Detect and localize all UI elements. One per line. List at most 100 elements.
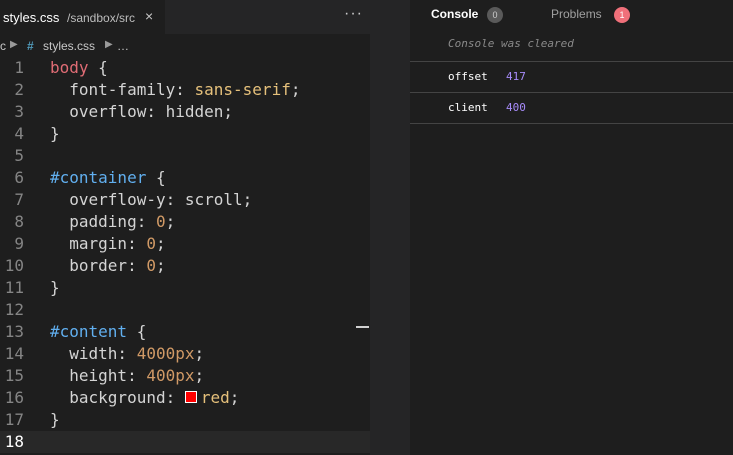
line-number: 3 xyxy=(14,102,24,121)
code-token: overflow-y: xyxy=(50,190,185,209)
chevron-right-icon: ▶ xyxy=(10,39,18,50)
line-number: 16 xyxy=(4,388,24,407)
code-line[interactable]: 9 margin: 0; xyxy=(0,233,370,255)
code-line[interactable]: 10 border: 0; xyxy=(0,255,370,277)
code-token: { xyxy=(88,58,108,77)
line-number: 2 xyxy=(14,80,24,99)
code-editor[interactable]: styles.css /sandbox/src × ··· c ▶ # styl… xyxy=(0,0,370,455)
code-token: overflow: xyxy=(50,102,166,121)
code-token: ; xyxy=(223,102,234,121)
line-text: margin: 0; xyxy=(50,233,166,255)
line-number: 17 xyxy=(4,410,24,429)
console-panel: Console 0 Problems 1 Console was cleared… xyxy=(410,0,733,455)
scrollbar-marker xyxy=(356,326,369,328)
close-icon[interactable]: × xyxy=(145,8,153,24)
code-line[interactable]: 4} xyxy=(0,123,370,145)
code-line[interactable]: 18 xyxy=(0,431,370,453)
line-text: #container { xyxy=(50,167,166,189)
code-token: 400px xyxy=(146,366,195,385)
breadcrumb-more[interactable]: … xyxy=(117,39,129,53)
code-line[interactable]: 16 background: red; xyxy=(0,387,370,409)
code-token: { xyxy=(127,322,147,341)
code-token: height: xyxy=(50,366,147,385)
code-line[interactable]: 2 font-family: sans-serif; xyxy=(0,79,370,101)
console-log-row: offset 417 xyxy=(410,61,733,92)
line-text: background: red; xyxy=(50,387,239,409)
code-line[interactable]: 8 padding: 0; xyxy=(0,211,370,233)
css-file-icon: # xyxy=(27,39,34,53)
code-token: 0 xyxy=(146,256,156,275)
line-number: 14 xyxy=(4,344,24,363)
console-log-row: client 400 xyxy=(410,92,733,124)
line-text: } xyxy=(50,123,60,145)
code-token: } xyxy=(50,278,60,297)
code-line[interactable]: 5 xyxy=(0,145,370,167)
line-number: 18 xyxy=(4,432,24,451)
code-token: 0 xyxy=(155,212,166,231)
code-token: #content xyxy=(50,322,128,341)
line-number: 1 xyxy=(14,58,24,77)
code-token: #container xyxy=(50,168,147,187)
line-text: border: 0; xyxy=(50,255,166,277)
pane-divider[interactable] xyxy=(370,0,410,455)
tab-console[interactable]: Console xyxy=(431,7,478,21)
code-line[interactable]: 15 height: 400px; xyxy=(0,365,370,387)
code-token: background: xyxy=(50,388,185,407)
line-number: 6 xyxy=(14,168,24,187)
line-number: 4 xyxy=(14,124,24,143)
code-line[interactable]: 12 xyxy=(0,299,370,321)
code-token: ; xyxy=(229,388,240,407)
line-text: overflow-y: scroll; xyxy=(50,189,252,211)
code-token: ; xyxy=(194,344,205,363)
tab-filename: styles.css xyxy=(3,10,60,25)
breadcrumb-folder[interactable]: c xyxy=(0,39,6,53)
code-token: ; xyxy=(155,256,166,275)
code-line[interactable]: 14 width: 4000px; xyxy=(0,343,370,365)
code-line[interactable]: 7 overflow-y: scroll; xyxy=(0,189,370,211)
code-line[interactable]: 3 overflow: hidden; xyxy=(0,101,370,123)
log-key: client xyxy=(448,101,488,114)
tab-path: /sandbox/src xyxy=(67,11,136,25)
code-line[interactable]: 6 #container { xyxy=(0,167,370,189)
code-token: border: xyxy=(50,256,147,275)
code-line[interactable]: 1 body { xyxy=(0,57,370,79)
code-token: hidden xyxy=(165,102,224,121)
line-number: 12 xyxy=(4,300,24,319)
code-token: } xyxy=(50,124,60,143)
code-line[interactable]: 17} xyxy=(0,409,370,431)
tab-problems[interactable]: Problems xyxy=(551,7,602,21)
line-text: height: 400px; xyxy=(50,365,204,387)
line-text: padding: 0; xyxy=(50,211,175,233)
color-swatch-icon[interactable] xyxy=(184,390,197,403)
line-number: 10 xyxy=(4,256,24,275)
code-line[interactable]: 13 #content { xyxy=(0,321,370,343)
line-text: font-family: sans-serif; xyxy=(50,79,300,101)
code-token: body xyxy=(50,58,89,77)
code-token: 0 xyxy=(146,234,156,253)
line-text: #content { xyxy=(50,321,146,343)
line-text: } xyxy=(50,277,60,299)
line-number: 9 xyxy=(14,234,24,253)
breadcrumb-file[interactable]: styles.css xyxy=(43,39,95,53)
code-token: scroll xyxy=(184,190,243,209)
editor-tab-bar: styles.css /sandbox/src × ··· xyxy=(0,0,370,34)
editor-tab-styles-css[interactable]: styles.css /sandbox/src × xyxy=(0,0,165,34)
line-text: body { xyxy=(50,57,108,79)
line-text: } xyxy=(50,409,60,431)
chevron-right-icon: ▶ xyxy=(105,39,113,50)
line-number: 15 xyxy=(4,366,24,385)
line-number: 13 xyxy=(4,322,24,341)
line-number: 7 xyxy=(14,190,24,209)
log-value: 417 xyxy=(506,70,526,83)
code-token: sans-serif xyxy=(194,80,291,99)
more-actions-icon[interactable]: ··· xyxy=(344,5,363,23)
console-cleared-message: Console was cleared xyxy=(448,37,574,50)
code-line[interactable]: 11} xyxy=(0,277,370,299)
code-token: ; xyxy=(155,234,166,253)
console-count-badge: 0 xyxy=(487,7,503,23)
code-token: } xyxy=(50,410,60,429)
code-token: padding: xyxy=(50,212,156,231)
code-token: ; xyxy=(290,80,301,99)
code-lines[interactable]: 1 body {2 font-family: sans-serif; 3 overf… xyxy=(0,57,370,453)
code-token: ; xyxy=(242,190,253,209)
